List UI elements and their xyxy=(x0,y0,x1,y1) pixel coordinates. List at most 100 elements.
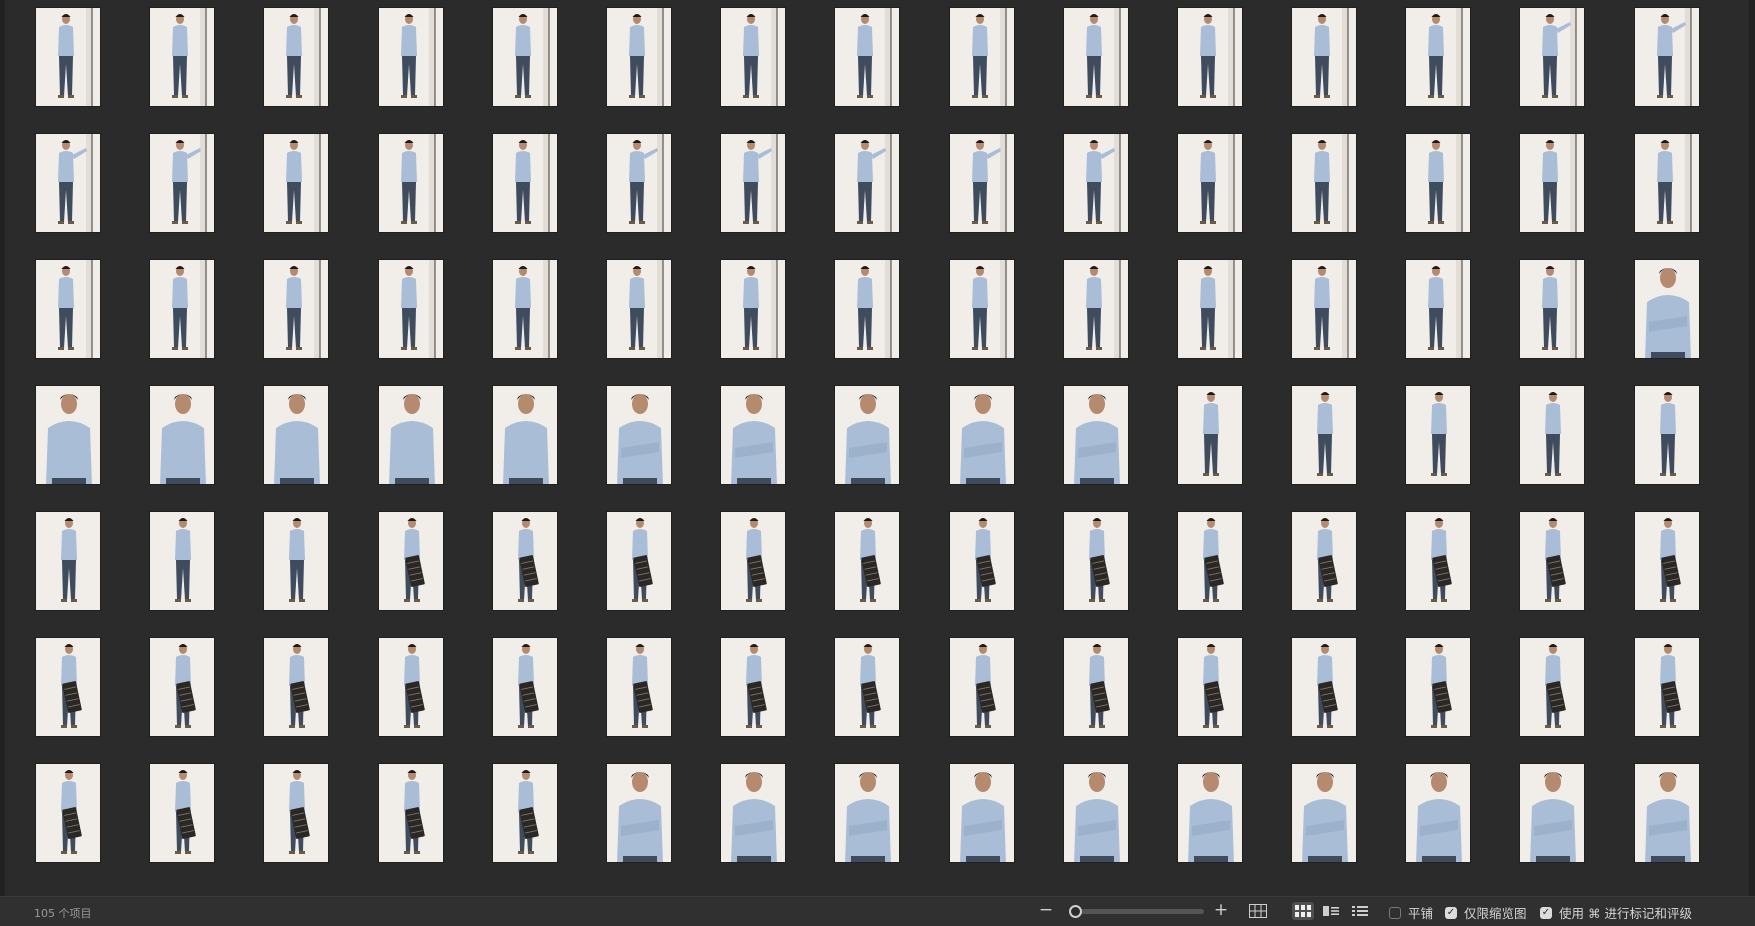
photo-thumbnail[interactable] xyxy=(377,133,444,233)
view-compact-list-button[interactable] xyxy=(1349,902,1371,920)
photo-thumbnail[interactable] xyxy=(1519,259,1586,359)
photo-thumbnail[interactable] xyxy=(834,259,901,359)
photo-thumbnail[interactable] xyxy=(263,7,330,107)
photo-thumbnail[interactable] xyxy=(948,637,1015,737)
photo-thumbnail[interactable] xyxy=(1291,259,1358,359)
shortcut-rating-checkbox[interactable] xyxy=(1540,906,1552,919)
photo-thumbnail[interactable] xyxy=(605,511,672,611)
photo-thumbnail[interactable] xyxy=(1176,763,1243,863)
photo-thumbnail[interactable] xyxy=(35,511,101,611)
photo-thumbnail[interactable] xyxy=(834,133,901,233)
photo-thumbnail[interactable] xyxy=(834,763,901,863)
photo-thumbnail[interactable] xyxy=(948,7,1015,107)
photo-thumbnail[interactable] xyxy=(149,763,216,863)
photo-thumbnail[interactable] xyxy=(377,7,444,107)
photo-thumbnail[interactable] xyxy=(1176,259,1243,359)
photo-thumbnail[interactable] xyxy=(35,259,101,359)
thumbnails-only-option[interactable]: 仅限缩览图 xyxy=(1445,903,1527,922)
photo-thumbnail[interactable] xyxy=(491,133,558,233)
thumbnails-only-checkbox[interactable] xyxy=(1445,906,1457,919)
photo-thumbnail[interactable] xyxy=(377,259,444,359)
photo-thumbnail[interactable] xyxy=(1405,637,1472,737)
photo-thumbnail[interactable] xyxy=(149,7,216,107)
photo-thumbnail[interactable] xyxy=(834,385,901,485)
photo-thumbnail[interactable] xyxy=(720,133,787,233)
photo-thumbnail[interactable] xyxy=(605,763,672,863)
photo-thumbnail[interactable] xyxy=(1405,259,1472,359)
photo-thumbnail[interactable] xyxy=(35,385,101,485)
photo-thumbnail[interactable] xyxy=(35,763,101,863)
photo-thumbnail[interactable] xyxy=(263,637,330,737)
photo-thumbnail[interactable] xyxy=(605,259,672,359)
photo-thumbnail[interactable] xyxy=(1062,511,1129,611)
photo-thumbnail[interactable] xyxy=(491,259,558,359)
photo-thumbnail[interactable] xyxy=(491,763,558,863)
photo-thumbnail[interactable] xyxy=(1176,385,1243,485)
photo-thumbnail[interactable] xyxy=(720,763,787,863)
photo-thumbnail[interactable] xyxy=(149,637,216,737)
photo-thumbnail[interactable] xyxy=(834,7,901,107)
photo-thumbnail[interactable] xyxy=(35,133,101,233)
photo-thumbnail[interactable] xyxy=(1291,385,1358,485)
tile-option[interactable]: 平铺 xyxy=(1389,903,1433,922)
photo-thumbnail[interactable] xyxy=(605,385,672,485)
photo-thumbnail[interactable] xyxy=(1405,7,1472,107)
photo-thumbnail[interactable] xyxy=(1291,133,1358,233)
photo-thumbnail[interactable] xyxy=(1291,511,1358,611)
photo-thumbnail[interactable] xyxy=(35,637,101,737)
photo-thumbnail[interactable] xyxy=(1062,133,1129,233)
photo-thumbnail[interactable] xyxy=(377,763,444,863)
shortcut-rating-option[interactable]: 使用 ⌘ 进行标记和评级 xyxy=(1540,903,1692,922)
view-list-button[interactable] xyxy=(1320,902,1342,920)
photo-thumbnail[interactable] xyxy=(263,385,330,485)
photo-thumbnail[interactable] xyxy=(948,511,1015,611)
tile-checkbox[interactable] xyxy=(1389,906,1401,919)
photo-thumbnail[interactable] xyxy=(1519,511,1586,611)
photo-thumbnail[interactable] xyxy=(1519,385,1586,485)
photo-thumbnail[interactable] xyxy=(948,133,1015,233)
photo-thumbnail[interactable] xyxy=(1633,763,1700,863)
photo-thumbnail[interactable] xyxy=(491,511,558,611)
photo-thumbnail[interactable] xyxy=(263,133,330,233)
photo-thumbnail[interactable] xyxy=(605,133,672,233)
photo-thumbnail[interactable] xyxy=(1519,7,1586,107)
photo-thumbnail[interactable] xyxy=(263,259,330,359)
photo-thumbnail[interactable] xyxy=(1633,133,1700,233)
view-grid-button[interactable] xyxy=(1292,902,1314,920)
photo-thumbnail[interactable] xyxy=(1633,637,1700,737)
photo-thumbnail[interactable] xyxy=(377,511,444,611)
zoom-slider[interactable] xyxy=(1068,905,1204,918)
photo-thumbnail[interactable] xyxy=(834,637,901,737)
photo-thumbnail[interactable] xyxy=(1291,7,1358,107)
photo-thumbnail[interactable] xyxy=(948,385,1015,485)
photo-thumbnail[interactable] xyxy=(1633,259,1700,359)
photo-thumbnail[interactable] xyxy=(1519,637,1586,737)
photo-thumbnail[interactable] xyxy=(149,511,216,611)
photo-thumbnail[interactable] xyxy=(263,763,330,863)
photo-thumbnail[interactable] xyxy=(1176,511,1243,611)
photo-thumbnail[interactable] xyxy=(1405,763,1472,863)
photo-thumbnail[interactable] xyxy=(1062,763,1129,863)
zoom-out-button[interactable]: − xyxy=(1037,900,1055,920)
photo-thumbnail[interactable] xyxy=(1519,763,1586,863)
photo-thumbnail[interactable] xyxy=(491,7,558,107)
photo-thumbnail[interactable] xyxy=(605,7,672,107)
photo-thumbnail[interactable] xyxy=(35,7,101,107)
photo-thumbnail[interactable] xyxy=(948,259,1015,359)
photo-thumbnail[interactable] xyxy=(1176,7,1243,107)
photo-thumbnail[interactable] xyxy=(1291,637,1358,737)
photo-thumbnail[interactable] xyxy=(1062,385,1129,485)
zoom-in-button[interactable]: + xyxy=(1212,900,1230,920)
photo-thumbnail[interactable] xyxy=(1062,259,1129,359)
photo-thumbnail[interactable] xyxy=(720,385,787,485)
photo-thumbnail[interactable] xyxy=(491,637,558,737)
photo-thumbnail[interactable] xyxy=(1405,133,1472,233)
photo-thumbnail[interactable] xyxy=(377,637,444,737)
photo-thumbnail[interactable] xyxy=(1291,763,1358,863)
photo-thumbnail[interactable] xyxy=(1176,133,1243,233)
photo-thumbnail[interactable] xyxy=(1633,7,1700,107)
photo-thumbnail[interactable] xyxy=(149,385,216,485)
photo-thumbnail[interactable] xyxy=(834,511,901,611)
view-large-grid-button[interactable] xyxy=(1247,902,1269,920)
photo-thumbnail[interactable] xyxy=(1062,637,1129,737)
